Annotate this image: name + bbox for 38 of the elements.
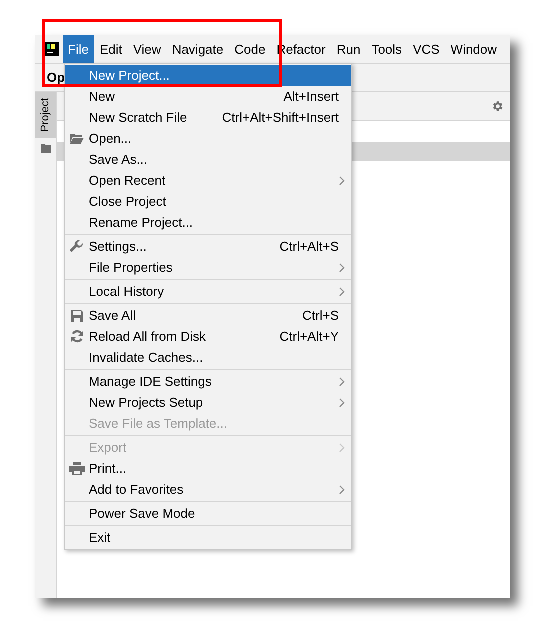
menu-bar-item[interactable]: View bbox=[128, 35, 166, 63]
toolbar-title: Op bbox=[47, 70, 66, 85]
reload-icon bbox=[70, 330, 84, 343]
menu-bar-item[interactable]: Navigate bbox=[167, 35, 229, 63]
folder-icon bbox=[70, 133, 84, 144]
menu-bar-item[interactable]: File bbox=[63, 35, 94, 63]
menu-item[interactable]: Open... bbox=[65, 128, 351, 149]
menu-bar-item[interactable]: Tools bbox=[366, 35, 408, 63]
printer-icon bbox=[69, 462, 85, 475]
menu-item[interactable]: Invalidate Caches... bbox=[65, 347, 351, 368]
menu-item[interactable]: Manage IDE Settings bbox=[65, 371, 351, 392]
menu-item[interactable]: New Alt+Insert bbox=[65, 86, 351, 107]
wrench-icon bbox=[70, 240, 84, 254]
menu-item[interactable]: Add to Favorites bbox=[65, 479, 351, 500]
menu-item[interactable]: Save All Ctrl+S bbox=[65, 305, 351, 326]
menu-item[interactable]: Close Project bbox=[65, 191, 351, 212]
menu-item[interactable]: New Projects Setup bbox=[65, 392, 351, 413]
app-logo-icon bbox=[45, 42, 59, 56]
project-tab[interactable]: Project bbox=[35, 92, 56, 138]
menu-bar-item[interactable]: VCS bbox=[408, 35, 445, 63]
menu-item[interactable]: Save As... bbox=[65, 149, 351, 170]
settings-icon[interactable] bbox=[491, 100, 504, 112]
menu-bar-item[interactable]: Edit bbox=[94, 35, 128, 63]
menu-bar-item[interactable]: Code bbox=[230, 35, 271, 63]
folder-icon bbox=[40, 144, 50, 154]
menu-item[interactable]: Print... bbox=[65, 458, 351, 479]
menu-bar-item[interactable]: Run bbox=[332, 35, 366, 63]
menu-item[interactable]: Reload All from Disk Ctrl+Alt+Y bbox=[65, 326, 351, 347]
menu-item[interactable]: Settings... Ctrl+Alt+S bbox=[65, 236, 351, 257]
menu-bar-item[interactable]: Window bbox=[446, 35, 502, 63]
menu-item[interactable]: Power Save Mode bbox=[65, 503, 351, 524]
menu-item[interactable]: Open Recent bbox=[65, 170, 351, 191]
menu-item[interactable]: Exit bbox=[65, 527, 351, 548]
menu-item[interactable]: New Project... bbox=[65, 65, 351, 86]
menu-item[interactable]: New Scratch File Ctrl+Alt+Shift+Insert bbox=[65, 107, 351, 128]
menu-item[interactable]: Rename Project... bbox=[65, 212, 351, 233]
menu-item[interactable]: File Properties bbox=[65, 257, 351, 278]
menu-item[interactable]: Local History bbox=[65, 281, 351, 302]
